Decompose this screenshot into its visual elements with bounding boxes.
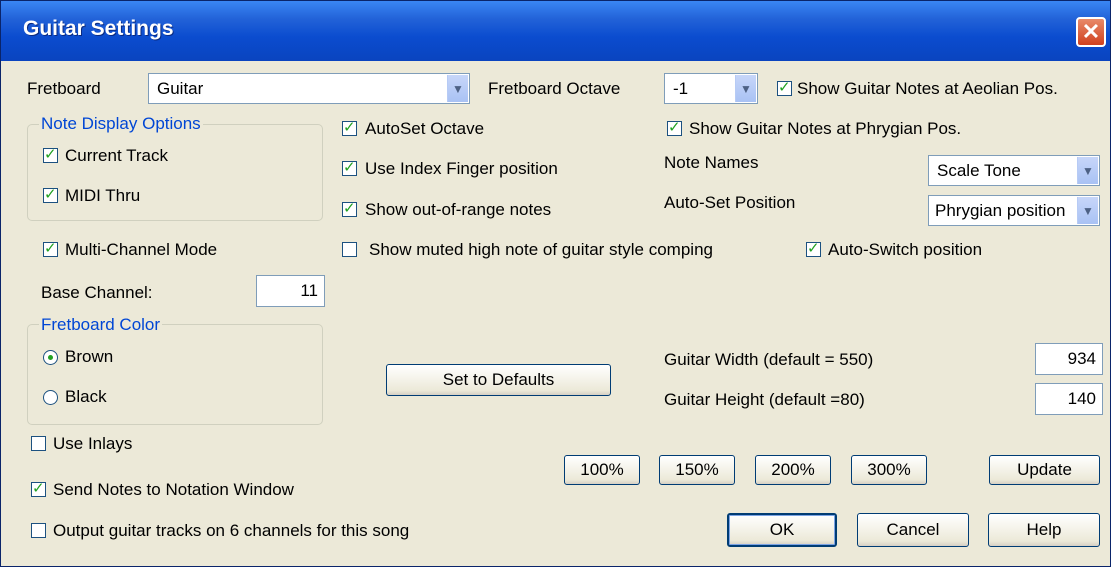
chevron-down-icon: ▼ xyxy=(447,75,468,102)
close-button[interactable]: ✕ xyxy=(1076,17,1106,47)
black-radio[interactable] xyxy=(43,390,58,405)
output-6ch-checkbox[interactable] xyxy=(31,523,46,538)
guitar-settings-dialog: Guitar Settings ✕ Fretboard Guitar ▼ Fre… xyxy=(0,0,1111,567)
auto-set-position-select[interactable]: Phrygian position ▼ xyxy=(928,195,1100,226)
use-inlays-checkbox[interactable] xyxy=(31,436,46,451)
auto-set-position-label: Auto-Set Position xyxy=(664,193,796,212)
cancel-button[interactable]: Cancel xyxy=(857,513,969,547)
update-button[interactable]: Update xyxy=(989,455,1100,485)
out-of-range-checkbox[interactable] xyxy=(342,199,357,217)
guitar-height-input[interactable]: 140 xyxy=(1035,383,1103,415)
guitar-width-input[interactable]: 934 xyxy=(1035,343,1103,375)
fretboard-color-group xyxy=(27,324,323,425)
use-inlays-label: Use Inlays xyxy=(53,434,133,453)
phrygian-checkbox[interactable] xyxy=(667,118,682,136)
fretboard-octave-select[interactable]: -1 ▼ xyxy=(664,73,758,104)
note-display-legend: Note Display Options xyxy=(39,114,203,134)
chevron-down-icon: ▼ xyxy=(735,75,756,102)
output-6ch-label: Output guitar tracks on 6 channels for t… xyxy=(53,521,410,540)
current-track-label: Current Track xyxy=(65,146,168,165)
chevron-down-icon: ▼ xyxy=(1077,197,1098,224)
zoom-300-button[interactable]: 300% xyxy=(851,455,927,485)
auto-switch-label: Auto-Switch position xyxy=(828,240,983,259)
guitar-width-label: Guitar Width (default = 550) xyxy=(664,350,874,369)
zoom-100-button[interactable]: 100% xyxy=(564,455,640,485)
fretboard-label: Fretboard xyxy=(27,79,101,98)
midi-thru-label: MIDI Thru xyxy=(65,186,141,205)
index-finger-label: Use Index Finger position xyxy=(365,159,558,178)
guitar-height-label: Guitar Height (default =80) xyxy=(664,390,865,409)
fretboard-select-value: Guitar xyxy=(157,78,204,98)
index-finger-checkbox[interactable] xyxy=(342,158,357,176)
phrygian-label: Show Guitar Notes at Phrygian Pos. xyxy=(689,119,962,138)
send-notes-label: Send Notes to Notation Window xyxy=(53,480,294,499)
auto-set-position-value: Phrygian position xyxy=(935,200,1066,220)
help-button[interactable]: Help xyxy=(988,513,1100,547)
autoset-octave-checkbox[interactable] xyxy=(342,118,357,136)
chevron-down-icon: ▼ xyxy=(1077,157,1098,184)
window-title: Guitar Settings xyxy=(23,17,174,40)
dialog-body: Fretboard Guitar ▼ Fretboard Octave -1 ▼… xyxy=(1,61,1110,566)
muted-high-checkbox[interactable] xyxy=(342,242,357,257)
fretboard-octave-label: Fretboard Octave xyxy=(488,79,621,98)
multi-channel-checkbox[interactable] xyxy=(43,239,58,257)
fretboard-octave-value: -1 xyxy=(673,78,689,98)
muted-high-label: Show muted high note of guitar style com… xyxy=(369,240,713,259)
out-of-range-label: Show out-of-range notes xyxy=(365,200,552,219)
aeolian-checkbox[interactable] xyxy=(777,78,792,96)
autoset-octave-label: AutoSet Octave xyxy=(365,119,485,138)
base-channel-label: Base Channel: xyxy=(41,283,153,302)
note-names-label: Note Names xyxy=(664,153,759,172)
note-names-select[interactable]: Scale Tone ▼ xyxy=(928,155,1100,186)
auto-switch-checkbox[interactable] xyxy=(806,239,821,257)
current-track-checkbox[interactable] xyxy=(43,145,58,163)
black-label: Black xyxy=(65,387,107,406)
fretboard-color-legend: Fretboard Color xyxy=(39,315,163,335)
fretboard-select[interactable]: Guitar ▼ xyxy=(148,73,470,104)
ok-button[interactable]: OK xyxy=(727,513,837,547)
title-bar: Guitar Settings ✕ xyxy=(1,1,1110,61)
multi-channel-label: Multi-Channel Mode xyxy=(65,240,218,259)
base-channel-input[interactable]: 11 xyxy=(256,275,325,307)
note-names-value: Scale Tone xyxy=(937,160,1021,180)
zoom-200-button[interactable]: 200% xyxy=(755,455,831,485)
send-notes-checkbox[interactable] xyxy=(31,479,46,497)
brown-radio[interactable] xyxy=(43,350,58,365)
note-display-group xyxy=(27,124,323,221)
zoom-150-button[interactable]: 150% xyxy=(659,455,735,485)
midi-thru-checkbox[interactable] xyxy=(43,185,58,203)
brown-label: Brown xyxy=(65,347,114,366)
set-defaults-button[interactable]: Set to Defaults xyxy=(386,364,611,396)
aeolian-label: Show Guitar Notes at Aeolian Pos. xyxy=(797,79,1058,98)
